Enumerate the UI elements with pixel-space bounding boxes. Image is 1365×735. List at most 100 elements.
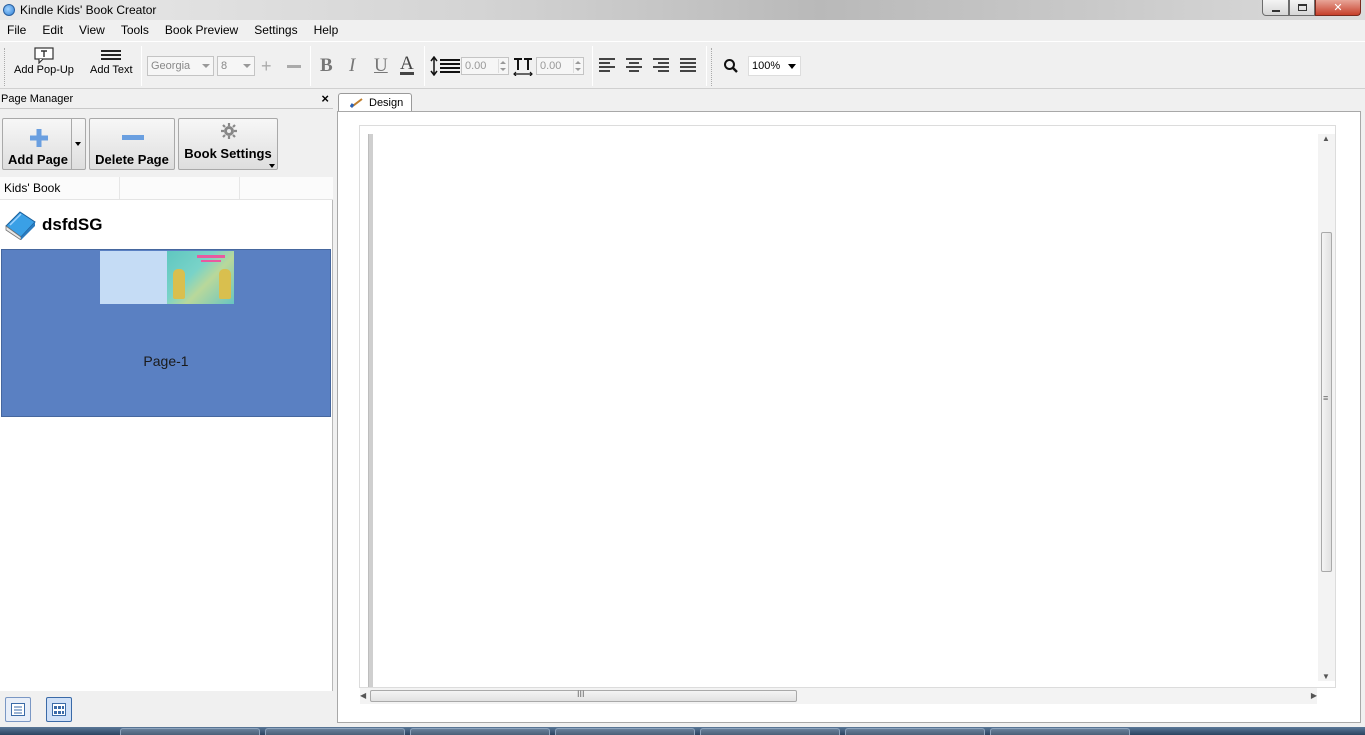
tab-design[interactable]: Design xyxy=(338,93,412,112)
minimize-icon xyxy=(1271,9,1280,12)
grip-icon: III xyxy=(577,689,585,699)
plus-icon xyxy=(30,129,48,147)
title-bar: Kindle Kids' Book Creator ✕ xyxy=(0,0,1365,20)
left-margin-bar xyxy=(368,134,373,687)
font-color-button[interactable]: A xyxy=(400,54,414,75)
taskbar-button[interactable] xyxy=(555,728,695,735)
toolbar-grip[interactable] xyxy=(711,48,713,86)
add-popup-button[interactable]: Add Pop-Up xyxy=(14,46,74,76)
horizontal-scroll-thumb[interactable]: III xyxy=(370,689,797,702)
toolbar-separator xyxy=(141,46,142,86)
close-icon[interactable]: × xyxy=(321,90,329,108)
book-title: dsfdSG xyxy=(42,215,103,234)
menu-book-preview[interactable]: Book Preview xyxy=(157,20,246,41)
letter-spacing-value: 0.00 xyxy=(540,60,562,72)
taskbar-button[interactable] xyxy=(990,728,1130,735)
add-text-label: Add Text xyxy=(90,64,133,76)
menu-help[interactable]: Help xyxy=(306,20,347,41)
book-icon xyxy=(5,211,36,240)
popup-icon xyxy=(34,47,54,64)
chevron-down-icon[interactable] xyxy=(269,164,275,168)
toolbar-separator xyxy=(592,46,593,86)
font-family-value: Georgia xyxy=(151,60,191,72)
add-page-button[interactable]: Add Page xyxy=(2,118,86,170)
delete-page-button[interactable]: Delete Page xyxy=(89,118,175,170)
menu-tools[interactable]: Tools xyxy=(113,20,157,41)
menu-settings[interactable]: Settings xyxy=(246,20,305,41)
align-right-icon[interactable] xyxy=(653,58,669,73)
font-size-value: 8 xyxy=(221,60,228,72)
chevron-down-icon xyxy=(75,142,81,146)
align-justify-icon[interactable] xyxy=(680,58,696,73)
page-list-item[interactable]: Page-1 xyxy=(1,249,331,417)
add-page-dropdown[interactable] xyxy=(71,119,85,169)
design-area: Design ▲ ≡ ▼ ◀ III ▶ xyxy=(333,90,1365,727)
add-popup-label: Add Pop-Up xyxy=(14,64,74,76)
toolbar-grip[interactable] xyxy=(4,48,6,86)
toolbar-separator xyxy=(310,46,311,86)
design-canvas-frame: ▲ ≡ ▼ ◀ III ▶ xyxy=(337,111,1361,723)
book-tree-item[interactable]: dsfdSG xyxy=(0,201,333,249)
italic-button[interactable]: I xyxy=(349,55,355,77)
taskbar-button[interactable] xyxy=(845,728,985,735)
scroll-left-icon[interactable]: ◀ xyxy=(360,691,366,700)
zoom-select[interactable]: 100% xyxy=(748,56,801,76)
scroll-right-icon[interactable]: ▶ xyxy=(1311,691,1317,700)
spin-arrows-icon[interactable] xyxy=(498,59,507,73)
column-kids-book[interactable]: Kids' Book xyxy=(0,177,120,199)
taskbar-button[interactable] xyxy=(410,728,550,735)
page-manager-toolbar: Add Page Delete Page Book Settings xyxy=(0,109,333,177)
column-blank xyxy=(120,177,240,199)
align-left-icon[interactable] xyxy=(599,58,615,73)
book-settings-button[interactable]: Book Settings xyxy=(178,118,278,170)
page-manager-header: Page Manager × xyxy=(0,90,333,109)
menu-file[interactable]: File xyxy=(0,20,34,41)
taskbar-button[interactable] xyxy=(265,728,405,735)
book-settings-label: Book Settings xyxy=(184,146,272,161)
horizontal-scrollbar[interactable]: ◀ III ▶ xyxy=(360,688,1317,704)
vertical-scrollbar[interactable]: ▲ ≡ ▼ xyxy=(1318,134,1335,681)
menu-view[interactable]: View xyxy=(71,20,113,41)
zoom-value: 100% xyxy=(752,60,781,72)
taskbar-button[interactable] xyxy=(120,728,260,735)
minus-icon xyxy=(122,135,144,140)
page-manager-panel: Page Manager × Add Page Delete Page Book… xyxy=(0,90,333,691)
menu-bar: File Edit View Tools Book Preview Settin… xyxy=(0,20,1365,41)
spin-arrows-icon[interactable] xyxy=(573,59,582,73)
menu-edit[interactable]: Edit xyxy=(34,20,71,41)
letter-spacing-input[interactable]: 0.00 xyxy=(536,57,584,75)
add-text-button[interactable]: Add Text xyxy=(90,46,133,76)
bold-button[interactable]: B xyxy=(320,55,333,77)
letter-spacing-icon xyxy=(513,58,533,76)
font-size-select[interactable]: 8 xyxy=(217,56,255,76)
close-icon: ✕ xyxy=(1333,2,1343,14)
close-button[interactable]: ✕ xyxy=(1315,0,1361,16)
app-icon xyxy=(3,4,15,16)
design-canvas[interactable]: ▲ ≡ ▼ xyxy=(359,125,1336,688)
line-spacing-input[interactable]: 0.00 xyxy=(461,57,509,75)
add-page-label: Add Page xyxy=(8,152,68,167)
line-spacing-value: 0.00 xyxy=(465,60,487,72)
zoom-icon xyxy=(724,59,738,73)
page-label: Page-1 xyxy=(143,353,189,369)
list-view-icon xyxy=(11,703,25,716)
increase-font-icon[interactable]: + xyxy=(261,56,272,77)
taskbar-button[interactable] xyxy=(700,728,840,735)
list-view-button[interactable] xyxy=(5,697,31,722)
underline-button[interactable]: U xyxy=(374,55,388,77)
font-family-select[interactable]: Georgia xyxy=(147,56,214,76)
toolbar-separator xyxy=(424,46,425,86)
maximize-button[interactable] xyxy=(1289,0,1315,16)
thumbnail-image xyxy=(167,251,234,304)
scroll-down-icon[interactable]: ▼ xyxy=(1322,672,1330,681)
decrease-font-icon[interactable] xyxy=(287,65,301,68)
scroll-up-icon[interactable]: ▲ xyxy=(1322,134,1330,143)
vertical-scroll-thumb[interactable]: ≡ xyxy=(1321,232,1332,572)
minimize-button[interactable] xyxy=(1262,0,1289,16)
chevron-down-icon xyxy=(202,64,210,68)
grid-view-button[interactable] xyxy=(46,697,72,722)
tree-column-header: Kids' Book xyxy=(0,177,333,200)
line-spacing-icon xyxy=(430,56,460,76)
delete-page-label: Delete Page xyxy=(95,152,169,167)
align-center-icon[interactable] xyxy=(626,58,642,73)
